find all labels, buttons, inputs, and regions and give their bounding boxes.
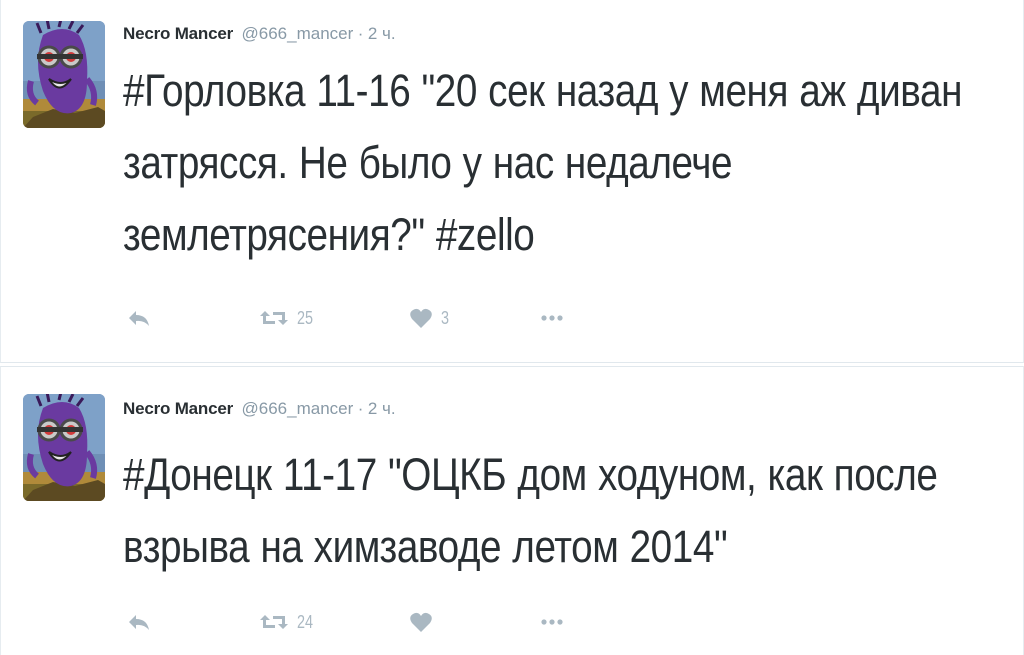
retweet-icon	[260, 311, 288, 325]
retweet-icon	[260, 615, 288, 629]
author-handle[interactable]: @666_mancer	[242, 24, 354, 43]
separator: ·	[357, 24, 364, 43]
more-button[interactable]	[541, 607, 563, 637]
tweet-timeline: Necro Mancer @666_mancer · 2 ч. #Горловк…	[0, 0, 1024, 655]
retweet-button[interactable]: 24	[259, 607, 317, 637]
tweet-header: Necro Mancer @666_mancer · 2 ч.	[123, 400, 396, 418]
author-handle[interactable]: @666_mancer	[242, 399, 354, 418]
tweet[interactable]: Necro Mancer @666_mancer · 2 ч. #Донецк …	[0, 366, 1024, 655]
like-button[interactable]	[409, 607, 441, 637]
reply-button[interactable]	[127, 607, 151, 637]
retweet-count: 25	[297, 307, 314, 328]
more-button[interactable]	[541, 303, 563, 333]
reply-icon	[129, 311, 149, 326]
author-name[interactable]: Necro Mancer	[123, 24, 233, 43]
more-icon	[541, 315, 563, 321]
tweet-header: Necro Mancer @666_mancer · 2 ч.	[123, 25, 396, 43]
author-name[interactable]: Necro Mancer	[123, 399, 233, 418]
timestamp[interactable]: 2 ч.	[368, 24, 396, 43]
like-button[interactable]: 3	[409, 303, 451, 333]
tweet-text: #Горловка 11-16 "20 сек назад у меня аж …	[123, 65, 963, 260]
separator: ·	[357, 399, 364, 418]
retweet-button[interactable]: 25	[259, 303, 317, 333]
purple-minion-avatar-icon	[23, 21, 105, 128]
tweet[interactable]: Necro Mancer @666_mancer · 2 ч. #Горловк…	[0, 0, 1024, 363]
retweet-count: 24	[297, 611, 314, 632]
reply-button[interactable]	[127, 303, 151, 333]
purple-minion-avatar-icon	[23, 394, 105, 501]
tweet-text: #Донецк 11-17 "ОЦКБ дом ходуном, как пос…	[123, 449, 938, 572]
avatar[interactable]	[23, 394, 105, 501]
heart-icon	[410, 612, 432, 632]
like-count: 3	[441, 307, 450, 328]
more-icon	[541, 619, 563, 625]
avatar[interactable]	[23, 21, 105, 128]
heart-icon	[410, 308, 432, 328]
reply-icon	[129, 615, 149, 630]
timestamp[interactable]: 2 ч.	[368, 399, 396, 418]
